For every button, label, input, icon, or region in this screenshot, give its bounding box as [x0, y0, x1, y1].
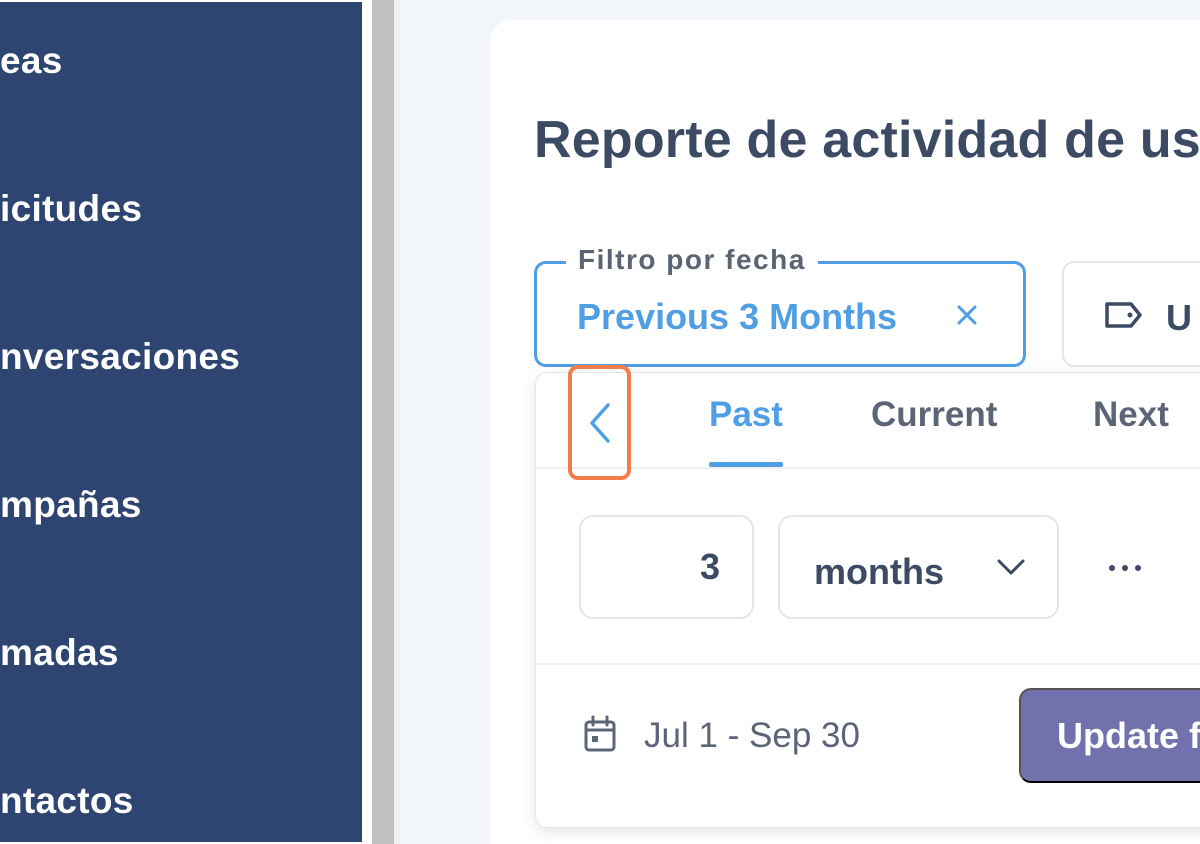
page-title: Reporte de actividad de us [534, 111, 1200, 169]
sidebar-item-solicitudes[interactable]: icitudes [0, 179, 142, 239]
tabs-divider [535, 467, 1200, 469]
section-divider [535, 663, 1200, 665]
sidebar-item-conversaciones[interactable]: nversaciones [0, 327, 240, 387]
sidebar: eas icitudes nversaciones mpañas madas n… [0, 0, 362, 844]
sidebar-item-label: icitudes [0, 188, 143, 229]
date-filter-value[interactable]: Previous 3 Months [577, 296, 897, 338]
sidebar-item-label: madas [0, 632, 119, 673]
sidebar-item-label: eas [0, 40, 63, 81]
interval-amount-value: 3 [699, 546, 720, 587]
sidebar-item-contactos[interactable]: ntactos [0, 771, 134, 831]
ellipsis-icon [1109, 565, 1141, 571]
calendar-icon [584, 715, 616, 752]
user-filter-label: U [1166, 297, 1192, 338]
scrollbar[interactable] [372, 0, 394, 844]
date-filter-legend: Filtro por fecha [566, 244, 818, 276]
sidebar-divider [362, 0, 372, 844]
sidebar-item-campanas[interactable]: mpañas [0, 475, 142, 535]
sidebar-item-ideas[interactable]: eas [0, 31, 63, 91]
scrollbar-edge [394, 0, 400, 844]
tab-past[interactable]: Past [709, 395, 783, 435]
interval-amount-input[interactable]: 3 [579, 515, 754, 619]
interval-unit-select[interactable]: months [778, 515, 1059, 619]
tab-next[interactable]: Next [1093, 395, 1169, 435]
clear-filter-button[interactable] [950, 298, 984, 332]
date-range-text: Jul 1 - Sep 30 [644, 716, 860, 755]
chevron-left-icon [589, 402, 610, 443]
more-options-button[interactable] [1100, 550, 1150, 586]
interval-unit-value: months [814, 551, 944, 592]
update-filter-button[interactable]: Update f [1019, 688, 1200, 783]
back-button[interactable] [568, 365, 631, 480]
sidebar-item-label: mpañas [0, 484, 142, 525]
sidebar-item-label: ntactos [0, 780, 134, 821]
active-tab-indicator [709, 462, 783, 467]
chevron-down-icon [997, 559, 1025, 575]
sidebar-item-llamadas[interactable]: madas [0, 623, 119, 683]
tab-current[interactable]: Current [871, 395, 997, 435]
close-icon [957, 305, 977, 325]
sidebar-item-label: nversaciones [0, 336, 241, 377]
tag-icon [1105, 302, 1142, 328]
